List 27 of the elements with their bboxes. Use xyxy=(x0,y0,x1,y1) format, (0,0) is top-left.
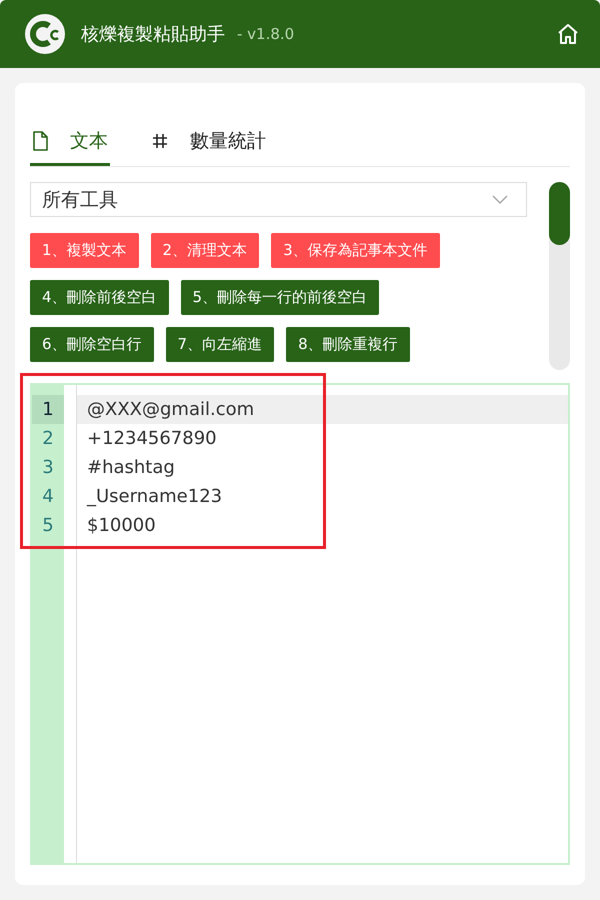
tab[interactable]: 數量統計 xyxy=(150,118,268,166)
text-editor[interactable]: 1 2 3 4 5 @XXX@gmail.com +1234567890 #hashtag _Username123 $10000 xyxy=(30,383,570,865)
tool-button[interactable]: 5、刪除每一行的前後空白 xyxy=(180,280,380,315)
tab[interactable]: 文本 xyxy=(30,118,110,166)
scrollbar-thumb[interactable] xyxy=(549,182,570,245)
code-line: #hashtag xyxy=(86,456,176,480)
code-line: _Username123 xyxy=(86,485,224,509)
line-number: 5 xyxy=(41,514,55,538)
line-number: 1 xyxy=(32,395,64,424)
home-icon[interactable] xyxy=(556,22,580,46)
hash-icon xyxy=(152,132,168,148)
tool-button[interactable]: 8、刪除重複行 xyxy=(286,327,410,362)
version-label: - v1.8.0 xyxy=(237,25,294,43)
file-icon xyxy=(32,130,48,150)
code-line: $10000 xyxy=(86,514,157,538)
line-number: 3 xyxy=(41,456,55,480)
line-number: 4 xyxy=(41,485,55,509)
tool-select[interactable]: 所有工具 xyxy=(30,182,527,217)
scrollbar[interactable] xyxy=(549,182,570,370)
code-line: +1234567890 xyxy=(86,427,218,451)
tool-button[interactable]: 4、刪除前後空白 xyxy=(30,280,169,315)
tool-button[interactable]: 7、向左縮進 xyxy=(166,327,274,362)
chevron-down-icon xyxy=(492,194,508,204)
tool-button[interactable]: 6、刪除空白行 xyxy=(30,327,154,362)
logo-icon xyxy=(25,14,65,54)
line-number: 2 xyxy=(41,427,55,451)
app-title: 核爍複製粘貼助手 xyxy=(81,23,225,46)
